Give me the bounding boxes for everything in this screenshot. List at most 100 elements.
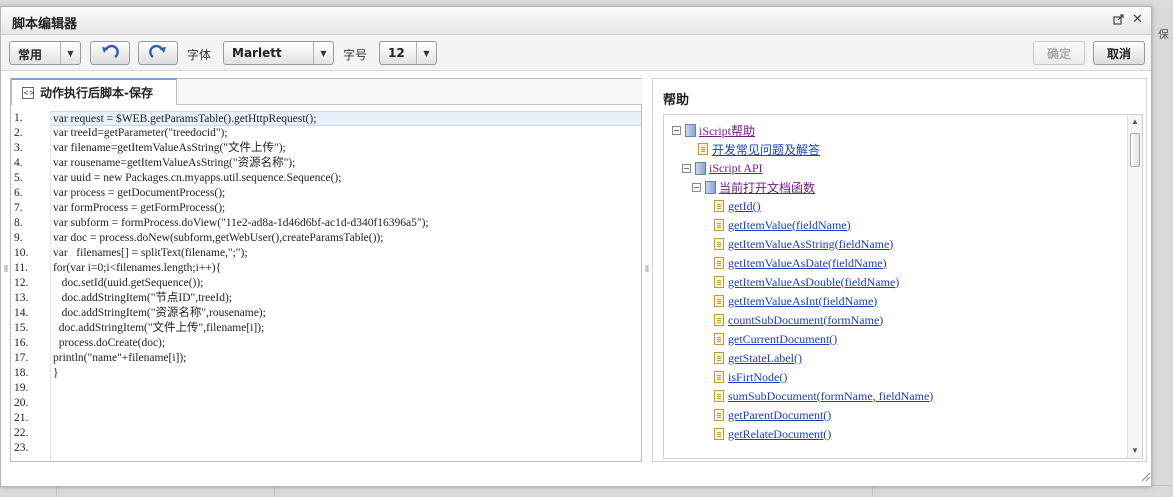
help-tree-link[interactable]: getParentDocument(): [728, 408, 831, 423]
font-select[interactable]: Marlett ▼: [223, 41, 334, 65]
page-icon: [698, 143, 708, 155]
line-number: 7.: [14, 202, 23, 214]
help-tree-node[interactable]: getItemValueAsDouble(fieldName): [714, 273, 899, 291]
help-tree-node[interactable]: getItemValueAsDate(fieldName): [714, 254, 887, 272]
help-tree-link[interactable]: getItemValue(fieldName): [728, 218, 851, 233]
code-line[interactable]: var doc = process.doNew(subform,getWebUs…: [51, 231, 641, 246]
code-line[interactable]: doc.addStringItem("节点ID",treeId);: [51, 291, 641, 306]
code-line[interactable]: [51, 396, 641, 411]
scroll-down-icon[interactable]: ▼: [1128, 444, 1142, 458]
code-line[interactable]: var treeId=getParameter("treedocid");: [51, 126, 641, 141]
help-tree-node[interactable]: countSubDocument(formName): [714, 311, 883, 329]
help-tree-link[interactable]: 开发常见问题及解答: [712, 141, 820, 158]
code-line[interactable]: var filename=getItemValueAsString("文件上传"…: [51, 141, 641, 156]
help-tree-node[interactable]: getItemValueAsInt(fieldName): [714, 292, 877, 310]
help-tree-node[interactable]: getItemValue(fieldName): [714, 216, 851, 234]
help-tree-node[interactable]: sumSubDocument(formName, fieldName): [714, 387, 933, 405]
help-tree-node[interactable]: getRelateDocument(): [714, 425, 831, 443]
page-icon: [714, 390, 724, 402]
line-number: 8.: [14, 217, 23, 229]
line-number: 17.: [14, 352, 29, 364]
undo-icon: [102, 45, 119, 58]
redo-button[interactable]: [138, 41, 178, 65]
help-tree-link[interactable]: countSubDocument(formName): [728, 313, 883, 328]
page-icon: [714, 428, 724, 440]
help-tree-link[interactable]: getStateLabel(): [728, 351, 802, 366]
bottom-divider: [872, 486, 873, 497]
code-line[interactable]: var filenames[] = splitText(filename,";"…: [51, 246, 641, 261]
code-line[interactable]: [51, 426, 641, 441]
chevron-down-icon: ▼: [60, 42, 80, 64]
code-line[interactable]: var process = getDocumentProcess();: [51, 186, 641, 201]
code-line[interactable]: var rousename=getItemValueAsString("资源名称…: [51, 156, 641, 171]
help-tree-link[interactable]: getCurrentDocument(): [728, 332, 837, 347]
bottom-divider: [56, 486, 57, 497]
resize-grip-icon[interactable]: [1139, 470, 1151, 482]
page-icon: [714, 371, 724, 383]
book-icon: [705, 180, 716, 194]
help-tree-link[interactable]: getItemValueAsInt(fieldName): [728, 294, 877, 309]
code-line[interactable]: var formProcess = getFormProcess();: [51, 201, 641, 216]
confirm-button[interactable]: 确定: [1033, 41, 1085, 65]
font-size-label: 字号: [343, 48, 368, 62]
code-line[interactable]: doc.addStringItem("资源名称",rousename);: [51, 306, 641, 321]
close-icon[interactable]: ✕: [1132, 12, 1143, 27]
scroll-thumb[interactable]: [1130, 133, 1140, 167]
book-icon: [695, 161, 706, 175]
undo-button[interactable]: [90, 41, 130, 65]
center-splitter-handle[interactable]: ⦀: [644, 78, 650, 462]
popout-icon[interactable]: [1113, 14, 1124, 28]
help-tree-link[interactable]: isFirtNode(): [728, 370, 787, 385]
collapse-icon[interactable]: −: [672, 125, 681, 135]
code-line[interactable]: doc.addStringItem("文件上传",filename[i]);: [51, 321, 641, 336]
help-tree-node[interactable]: getItemValueAsString(fieldName): [714, 235, 893, 253]
help-tree-node[interactable]: getId(): [714, 197, 761, 215]
code-line[interactable]: process.doCreate(doc);: [51, 336, 641, 351]
page-icon: [714, 257, 724, 269]
collapse-icon[interactable]: −: [692, 182, 701, 192]
code-line[interactable]: println("name"+filename[i]);: [51, 351, 641, 366]
line-number: 16.: [14, 337, 29, 349]
help-tree-link[interactable]: getRelateDocument(): [728, 427, 831, 442]
script-editor-dialog: 脚本编辑器 ✕ 常用 ▼ 字体 Marlett ▼ 字号 12 ▼ 确定 取消: [0, 6, 1152, 487]
code-editor[interactable]: 1. 2. 3. 4. 5. 6. 7. 8. 9. 10. 11. 12. 13. 14. 15. 16. 1…: [11, 111, 641, 461]
help-tree-link[interactable]: getId(): [728, 199, 761, 214]
cancel-button[interactable]: 取消: [1093, 41, 1145, 65]
code-line[interactable]: var uuid = new Packages.cn.myapps.util.s…: [51, 171, 641, 186]
page-icon: [714, 219, 724, 231]
code-line[interactable]: var request = $WEB.getParamsTable().getH…: [51, 111, 641, 126]
help-tree-node[interactable]: getStateLabel(): [714, 349, 802, 367]
page-icon: [714, 352, 724, 364]
code-line[interactable]: [51, 381, 641, 396]
help-tree-link[interactable]: iScript帮助: [699, 122, 755, 139]
help-tree-node[interactable]: − 当前打开文档函数: [692, 178, 815, 196]
help-tree-node[interactable]: isFirtNode(): [714, 368, 787, 386]
scroll-up-icon[interactable]: ▲: [1128, 115, 1142, 129]
code-line[interactable]: for(var i=0;i<filenames.length;i++){: [51, 261, 641, 276]
help-tree-node[interactable]: − iScript帮助: [672, 121, 755, 139]
line-number: 5.: [14, 172, 23, 184]
help-tree-link[interactable]: getItemValueAsString(fieldName): [728, 237, 893, 252]
dialog-titlebar[interactable]: 脚本编辑器 ✕: [1, 7, 1151, 35]
book-icon: [685, 123, 696, 137]
help-tree-link[interactable]: iScript API: [709, 161, 763, 176]
help-tree-node[interactable]: 开发常见问题及解答: [698, 140, 820, 158]
mode-select[interactable]: 常用 ▼: [9, 41, 81, 65]
collapse-icon[interactable]: −: [682, 163, 691, 173]
help-tree-link[interactable]: getItemValueAsDouble(fieldName): [728, 275, 899, 290]
left-splitter-handle[interactable]: ⦀: [3, 78, 9, 462]
code-line[interactable]: doc.setId(uuid.getSequence());: [51, 276, 641, 291]
tab-action-after-save[interactable]: <> 动作执行后脚本-保存: [11, 78, 177, 105]
code-line[interactable]: [51, 441, 641, 456]
help-tree-node[interactable]: − iScript API: [682, 159, 763, 177]
code-line[interactable]: var subform = formProcess.doView("11e2-a…: [51, 216, 641, 231]
code-line[interactable]: }: [51, 366, 641, 381]
help-tree-node[interactable]: getParentDocument(): [714, 406, 831, 424]
help-tree-link[interactable]: 当前打开文档函数: [719, 179, 815, 196]
font-size-select[interactable]: 12 ▼: [379, 41, 437, 65]
help-tree-link[interactable]: getItemValueAsDate(fieldName): [728, 256, 887, 271]
code-line[interactable]: [51, 411, 641, 426]
help-tree-scrollbar[interactable]: ▲ ▼: [1127, 115, 1142, 458]
help-tree-link[interactable]: sumSubDocument(formName, fieldName): [728, 389, 933, 404]
help-tree-node[interactable]: getCurrentDocument(): [714, 330, 837, 348]
